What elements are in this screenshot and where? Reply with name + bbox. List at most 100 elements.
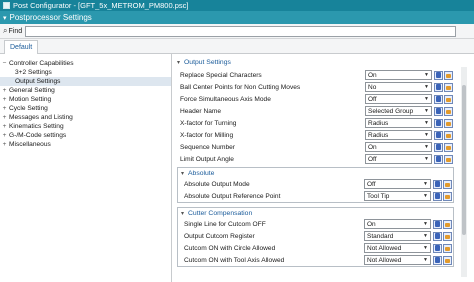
chevron-down-icon[interactable]: ▾ <box>181 170 184 177</box>
lock-icon[interactable] <box>444 94 453 104</box>
tree-item-output-settings[interactable]: Output Settings <box>0 77 171 86</box>
find-icon: ⌕ <box>3 26 8 35</box>
dropdown-arrow-icon: ▼ <box>424 156 429 162</box>
setting-dropdown[interactable]: Radius ▼ <box>365 130 432 140</box>
lock-icon[interactable] <box>444 142 453 152</box>
info-icon[interactable] <box>434 142 443 152</box>
section-absolute-header[interactable]: ▾ Absolute <box>178 168 453 178</box>
setting-dropdown[interactable]: Not Allowed ▼ <box>364 255 431 265</box>
dropdown-arrow-icon: ▼ <box>423 221 428 227</box>
expand-icon[interactable]: + <box>0 95 9 104</box>
lock-icon[interactable] <box>444 130 453 140</box>
expand-icon[interactable]: + <box>0 86 9 95</box>
expand-icon[interactable]: + <box>0 140 9 149</box>
setting-dropdown[interactable]: On ▼ <box>365 70 432 80</box>
section-output-settings[interactable]: ▾ Output Settings <box>174 57 464 67</box>
setting-dropdown[interactable]: Standard ▼ <box>364 231 431 241</box>
scrollbar-thumb[interactable] <box>462 85 466 235</box>
lock-icon[interactable] <box>444 154 453 164</box>
setting-dropdown[interactable]: Not Allowed ▼ <box>364 243 431 253</box>
tree-item-miscellaneous[interactable]: + Miscellaneous <box>0 140 171 149</box>
lock-icon[interactable] <box>443 219 452 229</box>
lock-icon[interactable] <box>444 118 453 128</box>
info-icon[interactable] <box>433 255 442 265</box>
chevron-down-icon[interactable]: ▾ <box>177 59 180 66</box>
setting-label: Sequence Number <box>180 143 235 151</box>
setting-dropdown[interactable]: Off ▼ <box>365 94 432 104</box>
tree-item-motion-setting[interactable]: + Motion Setting <box>0 95 171 104</box>
dropdown-value: Not Allowed <box>367 244 402 252</box>
info-icon[interactable] <box>434 94 443 104</box>
tree-item-3-2-settings[interactable]: 3+2 Settings <box>0 68 171 77</box>
info-icon[interactable] <box>433 219 442 229</box>
lock-icon[interactable] <box>443 243 452 253</box>
expand-icon[interactable]: + <box>0 131 9 140</box>
expand-icon[interactable]: + <box>0 122 9 131</box>
dropdown-arrow-icon: ▼ <box>424 132 429 138</box>
tree-item-general-setting[interactable]: + General Setting <box>0 86 171 95</box>
setting-row: Cutcom ON with Circle Allowed Not Allowed… <box>178 242 453 254</box>
lock-icon[interactable] <box>443 255 452 265</box>
lock-icon[interactable] <box>444 106 453 116</box>
dropdown-value: On <box>368 71 377 79</box>
dropdown-arrow-icon: ▼ <box>424 144 429 150</box>
lock-icon[interactable] <box>443 191 452 201</box>
dropdown-arrow-icon: ▼ <box>424 108 429 114</box>
info-icon[interactable] <box>434 106 443 116</box>
setting-label: Force Simultaneous Axis Mode <box>180 95 271 103</box>
info-icon[interactable] <box>433 243 442 253</box>
vertical-scrollbar[interactable] <box>461 67 467 277</box>
tree-item-label: 3+2 Settings <box>15 69 52 76</box>
chevron-down-icon[interactable]: ▾ <box>181 210 184 217</box>
expand-icon[interactable]: + <box>0 104 9 113</box>
dropdown-value: On <box>368 143 377 151</box>
dropdown-arrow-icon: ▼ <box>424 84 429 90</box>
collapse-icon[interactable]: − <box>0 59 9 68</box>
info-icon[interactable] <box>434 82 443 92</box>
tree-item-cycle-setting[interactable]: + Cycle Setting <box>0 104 171 113</box>
setting-label: Absolute Output Reference Point <box>184 192 281 200</box>
info-icon[interactable] <box>434 70 443 80</box>
dropdown-arrow-icon: ▼ <box>423 257 428 263</box>
setting-label: Replace Special Characters <box>180 71 262 79</box>
chevron-down-icon[interactable]: ▾ <box>3 14 7 22</box>
setting-dropdown[interactable]: On ▼ <box>364 219 431 229</box>
find-input[interactable] <box>25 25 457 37</box>
lock-icon[interactable] <box>444 82 453 92</box>
setting-dropdown[interactable]: Selected Group ▼ <box>365 106 432 116</box>
lock-icon[interactable] <box>443 231 452 241</box>
setting-dropdown[interactable]: Off ▼ <box>364 179 431 189</box>
setting-dropdown[interactable]: Off ▼ <box>365 154 432 164</box>
setting-dropdown[interactable]: No ▼ <box>365 82 432 92</box>
info-icon[interactable] <box>434 154 443 164</box>
info-icon[interactable] <box>434 130 443 140</box>
tree-item-g-m-code-settings[interactable]: + G-/M-Code settings <box>0 131 171 140</box>
setting-row: Replace Special Characters On ▼ <box>174 69 454 81</box>
setting-label: Cutcom ON with Tool Axis Allowed <box>184 256 285 264</box>
setting-label: Cutcom ON with Circle Allowed <box>184 244 276 252</box>
tree-item-label: Output Settings <box>15 78 61 85</box>
setting-label: Output Cutcom Register <box>184 232 255 240</box>
find-label: Find <box>8 27 23 35</box>
expand-icon[interactable]: + <box>0 113 9 122</box>
dropdown-arrow-icon: ▼ <box>424 120 429 126</box>
tree-item-kinematics-setting[interactable]: + Kinematics Setting <box>0 122 171 131</box>
settings-header[interactable]: ▾ Postprocessor Settings <box>0 11 474 24</box>
tree-item-controller-capabilities[interactable]: − Controller Capabilities <box>0 59 171 68</box>
setting-dropdown[interactable]: On ▼ <box>365 142 432 152</box>
setting-dropdown[interactable]: Tool Tip ▼ <box>364 191 431 201</box>
info-icon[interactable] <box>433 191 442 201</box>
info-icon[interactable] <box>433 179 442 189</box>
tree-item-messages-and-listing[interactable]: + Messages and Listing <box>0 113 171 122</box>
tree-item-label: G-/M-Code settings <box>9 132 67 139</box>
setting-row: Output Cutcom Register Standard ▼ <box>178 230 453 242</box>
section-cutter-compensation-header[interactable]: ▾ Cutter Compensation <box>178 208 453 218</box>
info-icon[interactable] <box>433 231 442 241</box>
lock-icon[interactable] <box>443 179 452 189</box>
tab-default[interactable]: Default <box>4 40 39 54</box>
lock-icon[interactable] <box>444 70 453 80</box>
section-cutter-compensation: ▾ Cutter Compensation Single Line for Cu… <box>177 207 454 267</box>
info-icon[interactable] <box>434 118 443 128</box>
setting-dropdown[interactable]: Radius ▼ <box>365 118 432 128</box>
dropdown-arrow-icon: ▼ <box>423 193 428 199</box>
